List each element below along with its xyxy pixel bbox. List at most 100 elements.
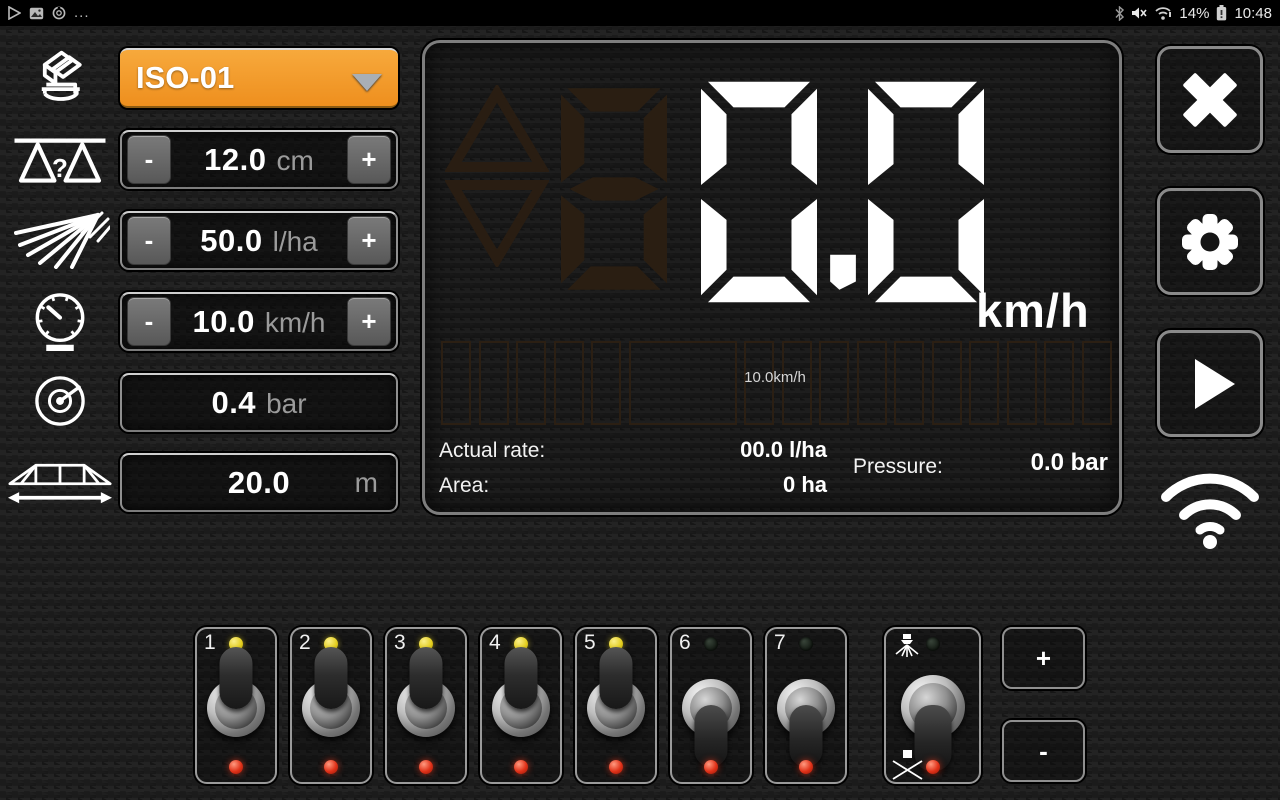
switch-number: 1 bbox=[204, 631, 216, 654]
target-speed-note: 10.0km/h bbox=[744, 369, 806, 386]
gear-icon bbox=[1182, 213, 1238, 270]
pressure-field[interactable]: 0.4 bar bbox=[120, 373, 398, 432]
bottom-led bbox=[514, 760, 528, 774]
bottom-led bbox=[324, 760, 338, 774]
master-spray-switch[interactable] bbox=[884, 627, 981, 784]
actual-rate-value: 00.0 l/ha bbox=[740, 437, 827, 462]
start-button[interactable] bbox=[1157, 330, 1263, 437]
area-value: 0 ha bbox=[782, 472, 827, 497]
bottom-led bbox=[799, 760, 813, 774]
section-switch-7[interactable]: 7 bbox=[765, 627, 847, 784]
nozzle-spacing-field[interactable]: - 12.0 cm + bbox=[120, 130, 398, 189]
data-usage-icon bbox=[52, 6, 66, 20]
battery-icon bbox=[1216, 5, 1227, 21]
svg-text:?: ? bbox=[52, 153, 68, 183]
bottom-led bbox=[609, 760, 623, 774]
chevron-down-icon bbox=[352, 74, 382, 91]
pressure-gauge-icon bbox=[8, 368, 112, 434]
settings-button[interactable] bbox=[1157, 188, 1263, 295]
pressure-label: Pressure: bbox=[853, 455, 943, 478]
pressure-value-group: 0.4 bar bbox=[122, 385, 396, 421]
nozzle-spacing-value-group: 12.0 cm bbox=[176, 142, 342, 178]
switch-number: 2 bbox=[299, 631, 311, 654]
toggle-handle bbox=[219, 647, 253, 709]
bottom-led bbox=[229, 760, 243, 774]
area-label: Area: bbox=[439, 474, 490, 497]
sprayer-control-app: ... 14% 10:48 ? ISO-01 - 12.0 cm + - 50.… bbox=[0, 0, 1280, 800]
working-width-field[interactable]: 20.0 m bbox=[120, 453, 398, 512]
speed-readout bbox=[701, 81, 992, 303]
target-speed-minus-button[interactable]: - bbox=[127, 297, 171, 346]
target-speed-field[interactable]: - 10.0 km/h + bbox=[120, 292, 398, 351]
switch-number: 5 bbox=[584, 631, 596, 654]
nozzle-spacing-minus-button[interactable]: - bbox=[127, 135, 171, 184]
top-led bbox=[704, 637, 718, 651]
application-rate-value: 50.0 bbox=[200, 222, 263, 258]
gallery-icon bbox=[29, 7, 44, 20]
mute-icon bbox=[1131, 6, 1148, 20]
ghost-speed-arrows bbox=[445, 85, 549, 267]
ghost-digit bbox=[561, 73, 667, 310]
bluetooth-icon bbox=[1115, 5, 1125, 21]
wifi-icon bbox=[1161, 473, 1259, 549]
profile-value: ISO-01 bbox=[136, 60, 235, 95]
top-led bbox=[799, 637, 813, 651]
bottom-led bbox=[925, 760, 940, 774]
nozzle-spacing-plus-button[interactable]: + bbox=[347, 135, 391, 184]
target-speed-plus-button[interactable]: + bbox=[347, 297, 391, 346]
actual-rate-label: Actual rate: bbox=[439, 439, 546, 462]
play-store-icon bbox=[8, 6, 21, 20]
nozzle-spacing-unit: cm bbox=[276, 144, 314, 176]
clock-time: 10:48 bbox=[1234, 4, 1272, 22]
boost-plus-button[interactable]: + bbox=[1002, 627, 1085, 689]
bottom-led bbox=[419, 760, 433, 774]
bottom-led bbox=[704, 760, 718, 774]
boost-minus-button[interactable]: - bbox=[1002, 720, 1085, 782]
toggle-handle bbox=[789, 705, 823, 767]
more-icon: ... bbox=[74, 4, 90, 21]
target-speed-unit: km/h bbox=[264, 306, 326, 338]
application-rate-icon bbox=[8, 210, 112, 270]
section-switch-2[interactable]: 2 bbox=[290, 627, 372, 784]
close-button[interactable] bbox=[1157, 46, 1263, 153]
switch-number: 7 bbox=[774, 631, 786, 654]
spray-on-icon bbox=[895, 634, 919, 657]
section-switch-4[interactable]: 4 bbox=[480, 627, 562, 784]
status-bar-right: 14% 10:48 bbox=[1115, 5, 1272, 22]
nozzle-type-icon bbox=[8, 42, 112, 118]
section-switch-5[interactable]: 5 bbox=[575, 627, 657, 784]
nozzle-spacing-value: 12.0 bbox=[204, 141, 267, 177]
toggle-handle bbox=[504, 647, 538, 709]
status-bar: ... 14% 10:48 bbox=[0, 0, 1280, 26]
target-speed-value-group: 10.0 km/h bbox=[176, 304, 342, 340]
top-led bbox=[925, 637, 940, 651]
battery-percent: 14% bbox=[1179, 4, 1210, 22]
toggle-handle bbox=[314, 647, 348, 709]
nozzle-spacing-icon: ? bbox=[8, 136, 112, 188]
close-icon bbox=[1183, 72, 1237, 127]
section-switch-1[interactable]: 1 bbox=[195, 627, 277, 784]
working-width-value: 20.0 bbox=[227, 464, 291, 500]
pressure-value: 0.4 bbox=[211, 384, 257, 420]
application-rate-minus-button[interactable]: - bbox=[127, 216, 171, 265]
section-switch-3[interactable]: 3 bbox=[385, 627, 467, 784]
wifi-status-icon bbox=[1154, 6, 1172, 20]
play-icon bbox=[1195, 358, 1235, 409]
working-width-unit: m bbox=[354, 466, 378, 498]
profile-dropdown[interactable]: ISO-01 bbox=[120, 48, 398, 108]
switch-number: 3 bbox=[394, 631, 406, 654]
section-switch-6[interactable]: 6 bbox=[670, 627, 752, 784]
application-rate-field[interactable]: - 50.0 l/ha + bbox=[120, 211, 398, 270]
pressure-unit: bar bbox=[266, 387, 307, 419]
speed-unit: km/h bbox=[976, 284, 1090, 337]
toggle-handle bbox=[694, 705, 728, 767]
status-bar-left: ... bbox=[8, 4, 90, 21]
main-speed-display: km/h 10.0km/h Actual rate: 00.0 l/ha Are… bbox=[422, 40, 1122, 515]
pressure-value: 0.0 bar bbox=[1030, 449, 1108, 476]
application-rate-plus-button[interactable]: + bbox=[347, 216, 391, 265]
application-rate-value-group: 50.0 l/ha bbox=[176, 223, 342, 259]
spray-off-icon bbox=[892, 750, 923, 780]
toggle-handle bbox=[409, 647, 443, 709]
wifi-button[interactable] bbox=[1157, 458, 1263, 554]
speedometer-icon bbox=[8, 286, 112, 352]
